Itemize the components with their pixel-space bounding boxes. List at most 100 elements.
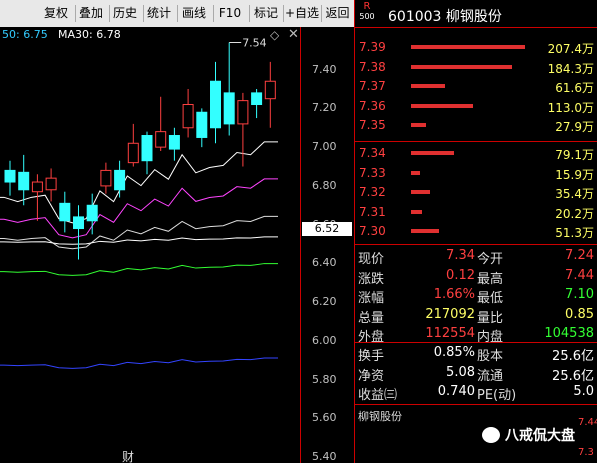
candle-body [210, 80, 221, 129]
mini-chart-title: 柳钢股份 [358, 410, 402, 423]
order-book-row[interactable]: 7.35 27.9万 [355, 116, 597, 135]
watermark-text: 八戒侃大盘 [505, 428, 575, 444]
candle-body [264, 80, 276, 100]
tb-fuquan-button[interactable]: 复权 [41, 5, 71, 22]
divider [355, 342, 597, 343]
stat-value: 5.0 [573, 384, 594, 399]
order-book-row[interactable]: 7.36 113.0万 [355, 97, 597, 116]
order-price: 7.34 [359, 146, 386, 160]
stat-row: 总量 217092 量比 0.85 [355, 306, 597, 326]
divider [355, 244, 597, 245]
tb-mark-button[interactable]: 标记 [249, 5, 282, 22]
high-annotation: 7.54 [242, 37, 267, 50]
candle-body [237, 100, 249, 125]
stat-row: 现价 7.34 今开 7.24 [355, 247, 597, 267]
stat-label: 最高 [477, 271, 504, 287]
quote-header: R 500 601003 柳钢股份 [355, 0, 597, 28]
order-volume: 61.6万 [555, 81, 594, 95]
y-tick-label: 6.80 [312, 178, 337, 192]
order-volume: 51.3万 [555, 226, 594, 240]
stat-label: 涨跌 [358, 271, 385, 287]
order-volume: 27.9万 [555, 120, 594, 134]
stat-label: 流通 [477, 368, 504, 384]
tb-f10-button[interactable]: F10 [213, 5, 246, 22]
stat-value: 5.08 [446, 364, 475, 380]
stat-value: 0.85% [433, 345, 475, 360]
volume-bar [411, 190, 431, 194]
current-price-flag: 6.52 [302, 222, 352, 236]
stat-row: 涨跌 0.12 最高 7.44 [355, 267, 597, 287]
y-tick-label: 6.20 [312, 295, 337, 309]
stat-label: 股本 [477, 349, 504, 364]
stat-value: 104538 [544, 326, 594, 341]
order-price: 7.36 [359, 98, 386, 113]
stat-label: PE(动) [477, 388, 517, 403]
order-price: 7.39 [359, 40, 386, 54]
order-book-row[interactable]: 7.33 15.9万 [355, 164, 597, 183]
candle-body [223, 92, 235, 125]
mini-price-bottom: 7.3 [578, 447, 594, 458]
candle-body [4, 169, 16, 183]
candle-body [114, 169, 126, 191]
tb-stats-button[interactable]: 统计 [143, 5, 174, 22]
candle-body [100, 169, 112, 187]
order-volume: 184.3万 [547, 61, 594, 76]
wechat-icon [482, 427, 500, 443]
stock-code-title: 601003 柳钢股份 [388, 9, 502, 25]
order-price: 7.30 [359, 224, 386, 238]
ma-line-blue [0, 357, 278, 369]
volume-bar [411, 103, 474, 108]
candle-body [196, 111, 208, 138]
order-book-row[interactable]: 7.32 35.4万 [355, 183, 597, 202]
quote-panel: R 500 601003 柳钢股份 7.39 207.4万 7.38 184.3万 7.… [354, 0, 597, 463]
candle-body [251, 92, 263, 106]
volume-bar [411, 45, 525, 49]
tb-overlay-button[interactable]: 叠加 [75, 5, 106, 22]
volume-bar [411, 64, 513, 69]
order-price: 7.37 [359, 79, 386, 93]
stat-label: 换手 [358, 349, 385, 364]
tb-draw-button[interactable]: 画线 [177, 5, 210, 22]
candle-body [127, 142, 139, 164]
y-tick-label: 5.60 [312, 411, 337, 425]
stat-label: 总量 [358, 310, 385, 326]
close-icon[interactable]: ✕ [288, 27, 299, 42]
stat-label: 今开 [477, 252, 504, 267]
volume-bar [411, 170, 420, 175]
ma-label-1: 50: 6.75 [2, 28, 48, 41]
divider [355, 404, 597, 405]
order-book-row[interactable]: 7.30 51.3万 [355, 222, 597, 241]
chart-toolbar: 复权 叠加 历史 统计 画线 F10 标记 +自选 返回 [0, 0, 354, 28]
tb-back-button[interactable]: 返回 [321, 5, 353, 22]
order-book-row[interactable]: 7.34 79.1万 [355, 144, 597, 163]
stat-row: 收益㈢ 0.740 PE(动) 5.0 [355, 383, 597, 403]
stat-label: 收益㈢ [358, 388, 398, 403]
diamond-icon[interactable]: ◇ [270, 28, 279, 42]
order-book-row[interactable]: 7.38 184.3万 [355, 58, 597, 77]
stat-label: 量比 [477, 310, 504, 326]
candle-body [182, 104, 194, 129]
stat-label: 最低 [477, 291, 504, 306]
stat-value: 25.6亿 [552, 349, 594, 364]
order-book-row[interactable]: 7.39 207.4万 [355, 38, 597, 57]
stat-label: 涨幅 [358, 291, 385, 306]
order-book-row[interactable]: 7.37 61.6万 [355, 77, 597, 96]
order-price: 7.35 [359, 118, 386, 132]
volume-bar [411, 229, 440, 233]
stat-value: 7.10 [565, 287, 594, 302]
y-tick-label: 7.20 [312, 101, 337, 115]
candle-body [31, 181, 43, 193]
stat-value: 0.85 [565, 306, 594, 322]
stat-value: 1.66% [433, 287, 475, 302]
order-book-row[interactable]: 7.31 20.2万 [355, 203, 597, 222]
order-volume: 35.4万 [555, 187, 594, 201]
order-price: 7.33 [359, 165, 386, 180]
candle-body [18, 171, 30, 191]
tb-history-button[interactable]: 历史 [109, 5, 140, 22]
candle-body [86, 204, 98, 222]
price-axis-line [300, 27, 301, 463]
ma-line-gray [0, 215, 278, 250]
y-tick-label: 5.80 [312, 372, 337, 386]
tb-add-watch-button[interactable]: +自选 [283, 5, 320, 22]
ma-line-green [0, 263, 278, 276]
